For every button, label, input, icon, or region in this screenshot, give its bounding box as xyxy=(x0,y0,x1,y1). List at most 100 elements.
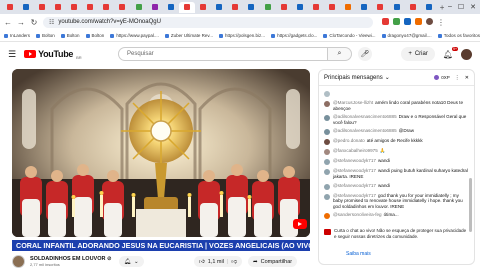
browser-tab[interactable] xyxy=(228,2,243,13)
video-title: CORAL INFANTIL ADORANDO JESUS NA EUCARIS… xyxy=(12,240,310,251)
chat-message[interactable] xyxy=(324,90,469,97)
extension-icons: ⋮ xyxy=(382,17,445,27)
bookmark-item[interactable]: InLanders xyxy=(4,33,30,38)
chat-message[interactable]: @sandersonoliveira-feg ótima... xyxy=(324,212,469,220)
chat-message[interactable]: @adilsonalvesnascimento6885 @Draw xyxy=(324,128,469,136)
chat-more-icon[interactable]: ⋮ xyxy=(455,75,460,81)
chat-message[interactable]: @adilsonalvesnascimento6885 Draw e o Resp… xyxy=(324,114,469,125)
bookmark-item[interactable]: CloTarcondo - Vieewi... xyxy=(323,33,376,38)
chat-message[interactable]: @fanxcabalheiro9975 🙏 xyxy=(324,148,469,156)
chevron-down-icon: ⌄ xyxy=(384,75,390,81)
browser-tab[interactable] xyxy=(373,2,388,13)
browser-tab[interactable] xyxy=(389,2,404,13)
close-icon[interactable]: ✕ xyxy=(465,75,469,81)
bookmark-icon xyxy=(437,33,442,38)
browser-tab[interactable] xyxy=(308,2,323,13)
youtube-logo[interactable]: YouTube BR xyxy=(24,49,82,60)
header-actions: + Criar 🔔︎ 9+ xyxy=(401,46,472,61)
points-icon xyxy=(434,75,440,80)
bookmark-item[interactable]: Bolton xyxy=(36,33,55,38)
like-button[interactable]: 👍︎ 1,1 mil | 👎︎ xyxy=(194,256,242,267)
chat-message[interactable]: @stefanewoodyk717 wandi puing butuh kardi… xyxy=(324,168,469,179)
create-button[interactable]: + Criar xyxy=(401,47,435,61)
chat-message[interactable]: @stefanewoodyk717 wandi xyxy=(324,158,469,166)
browser-tab[interactable] xyxy=(2,2,17,13)
search-button[interactable]: ⌕ xyxy=(328,47,352,61)
extension-icon[interactable] xyxy=(415,17,422,25)
tab-favicon-icon xyxy=(216,4,223,10)
bookmark-item[interactable]: Todos os favoritos xyxy=(437,33,480,38)
tab-favicon-icon xyxy=(200,4,207,10)
bookmark-item[interactable]: dragonyo47@gmail.... xyxy=(381,33,432,38)
hamburger-menu-icon[interactable]: ☰ xyxy=(8,49,16,60)
browser-tab[interactable] xyxy=(67,2,82,13)
chat-author-name: @MarcusJose-llizht xyxy=(333,100,374,105)
chat-author-avatar xyxy=(324,213,330,220)
browser-tab[interactable] xyxy=(244,2,259,13)
chat-message-body xyxy=(333,90,335,96)
chat-message[interactable]: @stefanewoodyk717 god thank you for your … xyxy=(324,193,469,210)
browser-tab[interactable] xyxy=(276,2,291,13)
site-info-icon[interactable]: ☷ xyxy=(49,19,54,26)
reload-icon[interactable]: ↻ xyxy=(30,18,38,27)
bookmark-item[interactable]: https://gadgets.clo... xyxy=(271,33,317,38)
bookmark-label: https://polsgen.biz... xyxy=(225,33,266,38)
video-player[interactable] xyxy=(12,69,310,237)
search-input[interactable]: Pesquisar xyxy=(118,47,328,61)
share-button[interactable]: ➦ Compartilhar xyxy=(248,256,298,267)
chat-mode-selector[interactable]: Principais mensagens ⌄ xyxy=(324,74,390,82)
chat-message[interactable]: @stefanewoodyk717 wandi xyxy=(324,183,469,190)
menu-kebab-icon[interactable]: ⋮ xyxy=(437,18,445,27)
chat-author-avatar xyxy=(324,91,330,97)
browser-tab[interactable] xyxy=(357,2,372,13)
learn-more-link[interactable]: Saiba mais xyxy=(346,251,371,257)
browser-tab[interactable] xyxy=(212,2,227,13)
extension-icon[interactable] xyxy=(393,17,400,25)
browser-tab[interactable] xyxy=(341,2,356,13)
bell-icon: 🔔︎ xyxy=(442,49,453,59)
forward-icon[interactable]: → xyxy=(17,18,25,27)
browser-tab[interactable] xyxy=(292,2,307,13)
browser-tab[interactable] xyxy=(18,2,33,13)
browser-tab[interactable] xyxy=(421,2,436,13)
notifications-button[interactable]: 🔔︎ 9+ xyxy=(442,46,458,59)
browser-tab[interactable] xyxy=(196,2,211,13)
chat-message[interactable]: @pedro.donato até amigos de Recife kkkkk xyxy=(324,138,469,146)
extension-icon[interactable] xyxy=(382,17,389,25)
bookmark-item[interactable]: https://www.paypal.... xyxy=(110,33,159,38)
browser-tab[interactable] xyxy=(260,2,275,13)
chat-points[interactable]: 0XP xyxy=(434,75,450,80)
bookmarks-bar: InLanders Bolton Bolton Bolton https://www.p… xyxy=(0,30,480,42)
browser-tab[interactable] xyxy=(131,2,146,13)
browser-tab[interactable] xyxy=(34,2,49,13)
thumbs-down-icon[interactable]: 👎︎ xyxy=(231,259,237,265)
profile-icon[interactable] xyxy=(426,17,433,25)
browser-tab[interactable] xyxy=(147,2,162,13)
browser-tab[interactable] xyxy=(50,2,65,13)
back-icon[interactable]: ← xyxy=(4,18,12,27)
bookmark-item[interactable]: Bolton xyxy=(60,33,80,38)
notifications-dropdown-button[interactable]: 🔔︎ ⌄ xyxy=(119,256,144,267)
browser-tab[interactable] xyxy=(99,2,114,13)
close-window-icon[interactable]: ✕ xyxy=(470,3,476,11)
bookmark-item[interactable]: Zuber Ultimate Rev... xyxy=(164,33,213,38)
bookmark-item[interactable]: Bolton xyxy=(85,33,104,38)
new-tab-button[interactable]: + xyxy=(437,3,446,12)
extension-icon[interactable] xyxy=(404,17,411,25)
channel-subscribers: 2,77 mil inscritos xyxy=(30,261,60,267)
voice-search-button[interactable]: 🎤︎ xyxy=(358,47,372,61)
browser-tab[interactable] xyxy=(405,2,420,13)
bookmark-item[interactable]: https://polsgen.biz... xyxy=(219,33,265,38)
chat-scrollbar[interactable] xyxy=(469,178,472,232)
browser-tab[interactable] xyxy=(163,2,178,13)
browser-tab[interactable] xyxy=(83,2,98,13)
minimize-icon[interactable]: – xyxy=(448,3,452,11)
channel-avatar[interactable] xyxy=(12,254,25,268)
url-field[interactable]: ☷ youtube.com/watch?v=yE-MOnoaQgU xyxy=(43,16,373,28)
browser-tab[interactable] xyxy=(179,1,195,13)
browser-tab[interactable] xyxy=(115,2,130,13)
browser-tab[interactable] xyxy=(325,2,340,13)
chat-message[interactable]: @MarcusJose-llizht amém lindo coral parab… xyxy=(324,100,469,111)
maximize-icon[interactable]: ☐ xyxy=(458,3,464,11)
account-avatar[interactable] xyxy=(461,48,472,60)
